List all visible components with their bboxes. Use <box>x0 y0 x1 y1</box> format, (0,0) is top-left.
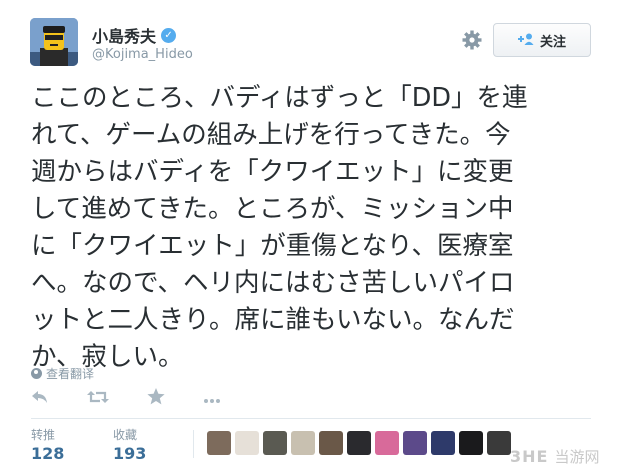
tweet-text: ここのところ、バディはずっと「DD」を連 れて、ゲームの組み上げを行ってきた。今… <box>31 83 528 372</box>
favorites-label: 收藏 <box>113 428 138 442</box>
reply-icon[interactable] <box>31 389 49 410</box>
favoriter-avatar[interactable] <box>319 431 343 455</box>
star-icon[interactable] <box>147 388 165 410</box>
display-name[interactable]: 小島秀夫 <box>92 23 156 47</box>
stats-divider <box>31 418 591 419</box>
watermark-logo: 3HE <box>510 447 549 466</box>
action-bar <box>31 388 221 410</box>
retweets-count: 128 <box>31 444 65 463</box>
favorites-count: 193 <box>113 444 147 463</box>
favoriter-avatar[interactable] <box>263 431 287 455</box>
gear-icon[interactable] <box>460 28 484 52</box>
more-icon[interactable] <box>203 389 221 409</box>
watermark-text: 当游网 <box>554 448 600 466</box>
favoriter-avatar[interactable] <box>235 431 259 455</box>
favoriter-avatar[interactable] <box>487 431 511 455</box>
favoriter-avatar[interactable] <box>375 431 399 455</box>
favoriter-avatars <box>207 431 515 455</box>
follow-label: 关注 <box>539 34 566 50</box>
person-plus-icon <box>517 33 534 48</box>
translate-link[interactable]: 查看翻译 <box>31 365 94 382</box>
avatar[interactable] <box>30 18 78 66</box>
favorite-stat[interactable]: 收藏 193 <box>113 426 146 463</box>
watermark: 3HE 当游网 <box>510 446 599 467</box>
retweet-icon[interactable] <box>87 389 109 410</box>
favoriter-avatar[interactable] <box>291 431 315 455</box>
globe-icon <box>31 368 42 379</box>
follow-button[interactable]: 关注 <box>493 23 591 57</box>
favoriter-avatar[interactable] <box>207 431 231 455</box>
user-name-row: 小島秀夫 ✓ <box>92 23 177 47</box>
favoriter-avatar[interactable] <box>431 431 455 455</box>
translate-label: 查看翻译 <box>46 367 95 381</box>
stats-vertical-divider <box>193 430 194 458</box>
favoriter-avatar[interactable] <box>347 431 371 455</box>
favoriter-avatar[interactable] <box>403 431 427 455</box>
user-handle[interactable]: @Kojima_Hideo <box>92 47 193 62</box>
retweet-stat[interactable]: 转推 128 <box>31 426 64 463</box>
favoriter-avatar[interactable] <box>459 431 483 455</box>
retweets-label: 转推 <box>31 428 56 442</box>
verified-badge-icon: ✓ <box>161 27 177 43</box>
